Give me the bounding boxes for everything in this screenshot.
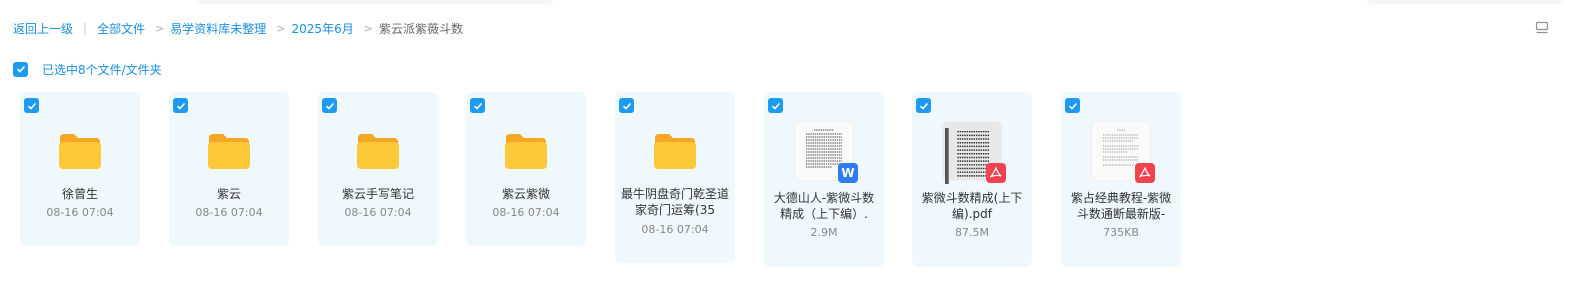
card-checkbox[interactable]: [173, 98, 188, 113]
breadcrumb-all-files[interactable]: 全部文件: [97, 20, 145, 37]
card-checkbox[interactable]: [1065, 98, 1080, 113]
file-name: 紫占经典教程-紫微斗数通断最新版-: [1070, 191, 1172, 221]
breadcrumb-library[interactable]: 易学资料库未整理: [170, 20, 266, 37]
file-name: 最牛阴盘奇门乾圣道家奇门运筹(35: [621, 187, 730, 217]
word-badge-icon: W: [838, 163, 858, 183]
file-date: 08-16 07:04: [641, 223, 709, 236]
file-name: 紫云手写笔记: [341, 187, 414, 201]
folder-icon: [59, 134, 101, 169]
back-link[interactable]: 返回上一级: [13, 20, 73, 37]
file-card[interactable]: W 大德山人-紫微斗数精成（上下编）. 2.9M: [764, 92, 884, 267]
file-card[interactable]: 最牛阴盘奇门乾圣道家奇门运筹(35 08-16 07:04: [615, 92, 735, 263]
file-size: 2.9M: [810, 226, 838, 239]
breadcrumb-month[interactable]: 2025年6月: [292, 20, 354, 37]
file-date: 08-16 07:04: [195, 206, 263, 219]
pdf-icon: [1092, 122, 1155, 183]
file-name: 徐曾生: [61, 187, 98, 201]
word-doc-icon: W: [795, 122, 858, 183]
file-date: 08-16 07:04: [344, 206, 412, 219]
folder-icon: [208, 134, 250, 169]
file-date: 08-16 07:04: [492, 206, 560, 219]
chevron-right-icon: >: [276, 21, 286, 35]
card-checkbox[interactable]: [768, 98, 783, 113]
card-checkbox[interactable]: [470, 98, 485, 113]
file-size: 87.5M: [955, 226, 989, 239]
file-card[interactable]: 紫云紫微 08-16 07:04: [466, 92, 586, 246]
selection-count-label: 已选中8个文件/文件夹: [42, 62, 162, 77]
list-view-icon[interactable]: [1535, 20, 1549, 34]
breadcrumb-divider: |: [83, 21, 88, 35]
file-name: 大德山人-紫微斗数精成（上下编）.: [773, 191, 875, 221]
folder-icon: [357, 134, 399, 169]
file-name: 紫云: [216, 187, 241, 201]
file-name: 紫微斗数精成(上下编).pdf: [921, 191, 1023, 221]
breadcrumb: 返回上一级 | 全部文件 > 易学资料库未整理 > 2025年6月 > 紫云派紫…: [13, 18, 463, 38]
file-card[interactable]: 紫微斗数精成(上下编).pdf 87.5M: [912, 92, 1032, 267]
file-name: 紫云紫微: [501, 187, 550, 201]
file-card[interactable]: 徐曾生 08-16 07:04: [20, 92, 140, 246]
file-card[interactable]: 紫云 08-16 07:04: [169, 92, 289, 246]
pdf-icon: [943, 122, 1006, 185]
file-size: 735KB: [1103, 226, 1139, 239]
file-card[interactable]: 紫占经典教程-紫微斗数通断最新版- 735KB: [1061, 92, 1181, 267]
select-all-row: 已选中8个文件/文件夹: [13, 61, 162, 77]
folder-icon: [505, 134, 547, 169]
card-checkbox[interactable]: [619, 98, 634, 113]
pdf-badge-icon: [986, 163, 1006, 183]
folder-icon: [654, 134, 696, 169]
pdf-badge-icon: [1135, 163, 1155, 183]
toolbar-edge: [1365, 0, 1565, 4]
card-checkbox[interactable]: [24, 98, 39, 113]
card-checkbox[interactable]: [916, 98, 931, 113]
search-bar-edge: [195, 0, 555, 4]
chevron-right-icon: >: [363, 21, 373, 35]
chevron-right-icon: >: [155, 21, 165, 35]
file-card[interactable]: 紫云手写笔记 08-16 07:04: [318, 92, 438, 246]
file-date: 08-16 07:04: [46, 206, 114, 219]
select-all-checkbox[interactable]: [13, 61, 28, 77]
breadcrumb-current: 紫云派紫薇斗数: [378, 21, 463, 36]
card-checkbox[interactable]: [322, 98, 337, 113]
